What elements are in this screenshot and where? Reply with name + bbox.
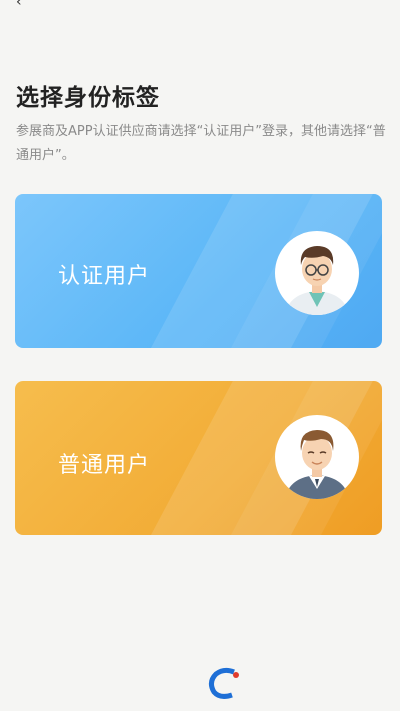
certified-user-label: 认证用户 bbox=[58, 264, 151, 289]
watermark-c-icon bbox=[208, 667, 239, 699]
doctor-avatar-icon bbox=[275, 231, 359, 315]
businessman-avatar-icon bbox=[275, 415, 359, 499]
page-description: 参展商及APP认证供应商请选择“认证用户”登录，其他请选择“普通用户”。 bbox=[16, 124, 386, 163]
page-title: 选择身份标签 bbox=[16, 85, 160, 111]
back-icon[interactable]: ‹ bbox=[16, 0, 32, 9]
normal-user-card[interactable]: 普通用户 bbox=[15, 381, 382, 535]
watermark-logo bbox=[206, 665, 386, 701]
certified-user-card[interactable]: 认证用户 bbox=[15, 194, 382, 348]
normal-user-label: 普通用户 bbox=[58, 453, 151, 478]
